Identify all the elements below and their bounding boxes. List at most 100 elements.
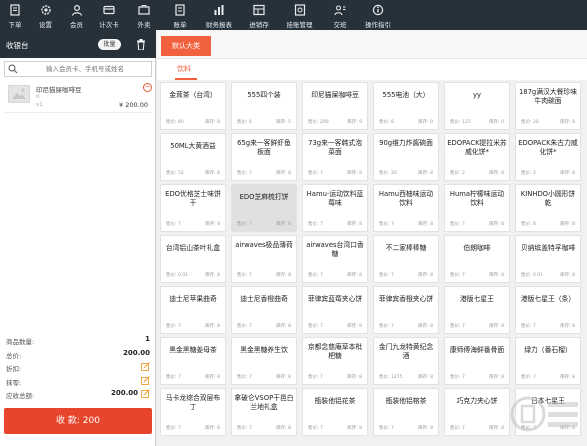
batch-button[interactable]: 批量 [98,39,121,50]
checkout-button[interactable]: 收 款: 200 [4,408,152,434]
price-label: 售价: [450,426,461,431]
order-icon [10,4,20,16]
nav-item-6[interactable]: 账单 [162,0,198,30]
price-value: 7 [248,273,252,278]
nav-item-1[interactable]: 下单 [0,0,30,30]
nav-item-5[interactable]: 外卖 [126,0,162,30]
product-stock: 库存: 8 [347,221,362,227]
product-card[interactable]: 555四个装 售价: 6 库存: 5 [231,82,297,130]
nav-label: 外卖 [137,21,151,29]
product-card[interactable]: 台湾铝山茶叶礼盒 售价: 0.01 库存: 8 [160,235,226,283]
product-card[interactable]: 拿破仑VSOP干邑白兰地礼盒 售价: 7 库存: 8 [231,388,297,436]
product-card[interactable]: EDO芝麻梳打饼 售价: 7 库存: 8 [231,184,297,232]
product-card[interactable]: airwaves台湾口香糖 售价: 7 库存: 8 [302,235,368,283]
tab-default-category[interactable]: 默认大类 [161,36,211,56]
product-card[interactable]: 迪士尼香橙曲奇 售价: 7 库存: 8 [231,286,297,334]
product-price: 售价: 7 [308,272,323,278]
edit-due-icon[interactable] [141,389,150,398]
product-card[interactable]: 菲律宾蓝莓夹心饼 售价: 7 库存: 8 [302,286,368,334]
product-price: 售价: 7 [237,272,252,278]
price-label: 售价: [521,120,532,125]
subtab-drinks[interactable]: 饮料 [177,64,191,74]
product-card[interactable]: 港版七星王（条） 售价: 7 库存: 8 [515,286,581,334]
discount-label: 折扣: [6,365,22,373]
product-card[interactable]: 贝纳缤盖特孚咖啡 售价: 0.01 库存: 8 [515,235,581,283]
product-card[interactable]: 187g满汉大餐珍味牛肉碗面 售价: 20 库存: 8 [515,82,581,130]
price-label: 售价: [379,222,390,227]
product-card[interactable]: 康师傅海鲜番骨面 售价: 7 库存: 8 [444,337,510,385]
product-card[interactable]: airwaves极品薄荷 售价: 7 库存: 8 [231,235,297,283]
product-name: Huma柠檬味运动饮料 [449,190,505,207]
product-card[interactable]: Hamu-运动饮料蓝莓味 售价: 7 库存: 8 [302,184,368,232]
cart-item[interactable]: 印尼猫屎咖啡豆 0 x1 − ¥ 200.00 [4,81,152,113]
product-card[interactable]: 港版七星王 售价: 7 库存: 8 [444,286,510,334]
product-stock: 库存: 8 [489,221,504,227]
product-card[interactable]: 马卡龙综合双层布丁 售价: 7 库存: 8 [160,388,226,436]
product-card[interactable]: 京都念慈庵草本枇杷糖 售价: 7 库存: 8 [302,337,368,385]
product-card[interactable]: EDO优格芝士味饼干 售价: 7 库存: 8 [160,184,226,232]
product-price: 售价: 7 [379,425,394,431]
nav-item-10[interactable]: 交班 [321,0,359,30]
product-card[interactable]: 73g来一客韩式泡菜面 售价: 7 库存: 8 [302,133,368,181]
nav-item-4[interactable]: 计次卡 [92,0,126,30]
product-name: 90g维力炸酱碗面 [379,139,433,147]
product-card[interactable]: 瓶装他铝榕茶 售价: 7 库存: 8 [373,388,439,436]
nav-item-8[interactable]: 进销存 [240,0,278,30]
price-label: 售价: [521,375,532,380]
nav-item-7[interactable]: 财务报表 [198,0,240,30]
product-card[interactable]: 50ML大黄酒益 售价: 52 库存: 8 [160,133,226,181]
stock-value: 8 [572,273,575,278]
product-card[interactable]: Hamu西柚味运动饮料 售价: 7 库存: 8 [373,184,439,232]
product-card[interactable]: 印尼猫屎咖啡豆 售价: 200 库存: 9 [302,82,368,130]
product-card[interactable]: 金门九龙特黄纪念酒 售价: 1275 库存: 8 [373,337,439,385]
product-card[interactable]: 伯朗咖啡 售价: 7 库存: 8 [444,235,510,283]
stock-value: 0 [430,120,433,125]
product-card[interactable]: 迪士尼苹果曲奇 售价: 7 库存: 8 [160,286,226,334]
price-value: 7 [390,426,394,431]
order-summary: 商品数量: 1 总价: 200.00 折扣: 抹零: 应收总额: 200.00 [4,334,152,402]
product-card[interactable]: 巧克力夹心饼 售价: 7 库存: 8 [444,388,510,436]
product-card[interactable]: EDOPACK朱古力威化饼* 售价: 2 库存: 8 [515,133,581,181]
stock-value: 8 [572,375,575,380]
price-label: 售价: [379,171,390,176]
product-card[interactable]: 菲律宾香橙夹心饼 售价: 7 库存: 8 [373,286,439,334]
edit-discount-icon[interactable] [141,362,150,371]
nav-label: 账单 [173,21,187,29]
stock-label: 库存: [489,171,500,176]
edit-erase-icon[interactable] [141,375,150,385]
product-stock: 库存: 8 [276,272,291,278]
product-card[interactable]: 金茸茶（台湾） 售价: 80 库存: 8 [160,82,226,130]
product-card[interactable]: 90g维力炸酱碗面 售价: 20 库存: 8 [373,133,439,181]
product-card[interactable]: 65g来一客鲜虾鱼板面 售价: 7 库存: 8 [231,133,297,181]
product-card[interactable]: yy 售价: 123 库存: 0 [444,82,510,130]
price-label: 售价: [166,120,177,125]
product-card[interactable]: 555电池（大） 售价: 8 库存: 0 [373,82,439,130]
product-card[interactable]: 黑金黑糖养生饮 售价: 7 库存: 8 [231,337,297,385]
nav-item-9[interactable]: 挂账管理 [278,0,321,30]
cart-title: 收银台 [6,41,29,50]
product-card[interactable]: 瓶裝他铝花茶 售价: 7 库存: 8 [302,388,368,436]
nav-item-11[interactable]: 操作指引 [359,0,397,30]
stock-label: 库存: [418,222,429,227]
product-card[interactable]: EDOPACK提拉米苏威化饼* 售价: 2 库存: 8 [444,133,510,181]
product-price: 售价: 7 [450,425,465,431]
member-search[interactable] [4,61,152,77]
price-label: 售价: [308,222,319,227]
remove-item-button[interactable]: − [143,83,152,92]
product-card[interactable]: 黑金黑糖姜母茶 售价: 7 库存: 8 [160,337,226,385]
stock-value: 0 [501,120,504,125]
product-card[interactable]: Huma柠檬味运动饮料 售价: 7 库存: 8 [444,184,510,232]
price-value: 7 [248,324,252,329]
nav-item-3[interactable]: 会员 [61,0,92,30]
product-price: 售价: 7 [379,323,394,329]
product-card[interactable]: 绿力（番石榴） 售价: 7 库存: 8 [515,337,581,385]
trash-icon[interactable] [136,39,146,50]
product-price: 售价: 7 [237,323,252,329]
member-search-input[interactable] [21,64,149,74]
price-label: 售价: [450,222,461,227]
cart-header: 收银台 批量 [0,30,156,58]
product-card[interactable]: KINHDO小圆形饼乾 售价: 8 库存: 8 [515,184,581,232]
product-name: 65g来一客鲜虾鱼板面 [237,139,291,156]
product-card[interactable]: 不二家棒棒糖 售价: 7 库存: 8 [373,235,439,283]
nav-item-2[interactable]: 设置 [30,0,61,30]
